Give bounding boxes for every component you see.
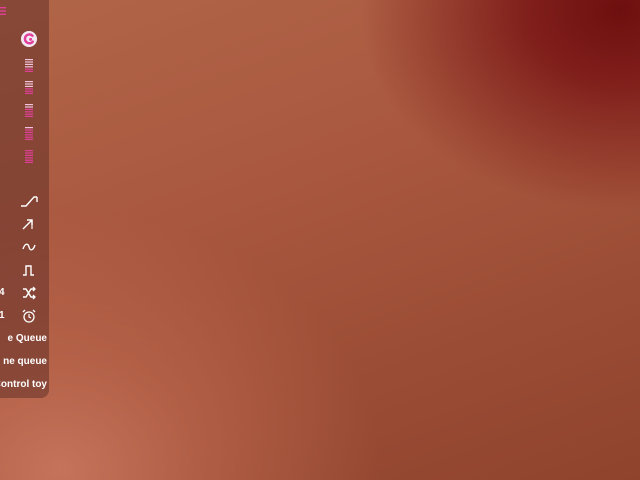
level-bars-icon[interactable] [24, 59, 34, 72]
level-bars-icon[interactable] [24, 104, 34, 117]
level-bars-icon[interactable] [24, 81, 34, 94]
queue-button[interactable]: e Queue [8, 333, 47, 345]
pulse-pattern-icon[interactable] [20, 263, 38, 277]
alarm-clock-icon[interactable] [20, 309, 38, 323]
shuffle-icon[interactable] [20, 286, 38, 300]
timer-row-value: 1 [0, 310, 5, 321]
wave-pattern-icon[interactable] [20, 240, 38, 254]
menu-icon[interactable] [0, 6, 6, 16]
toy-control-panel: 4 1 e Queue ne queue Control toy [0, 0, 49, 398]
leave-queue-button[interactable]: ne queue [3, 356, 47, 368]
toy-logo-icon[interactable] [21, 31, 37, 47]
level-bars-icon[interactable] [24, 150, 34, 163]
rise-pattern-icon[interactable] [20, 217, 38, 231]
ramp-pattern-icon[interactable] [20, 194, 38, 208]
level-bars-icon[interactable] [24, 127, 34, 140]
video-background: { "panel": { "side_numbers": { "shuffle_… [0, 0, 640, 480]
control-toy-button[interactable]: Control toy [0, 379, 47, 391]
shuffle-row-value: 4 [0, 287, 5, 298]
